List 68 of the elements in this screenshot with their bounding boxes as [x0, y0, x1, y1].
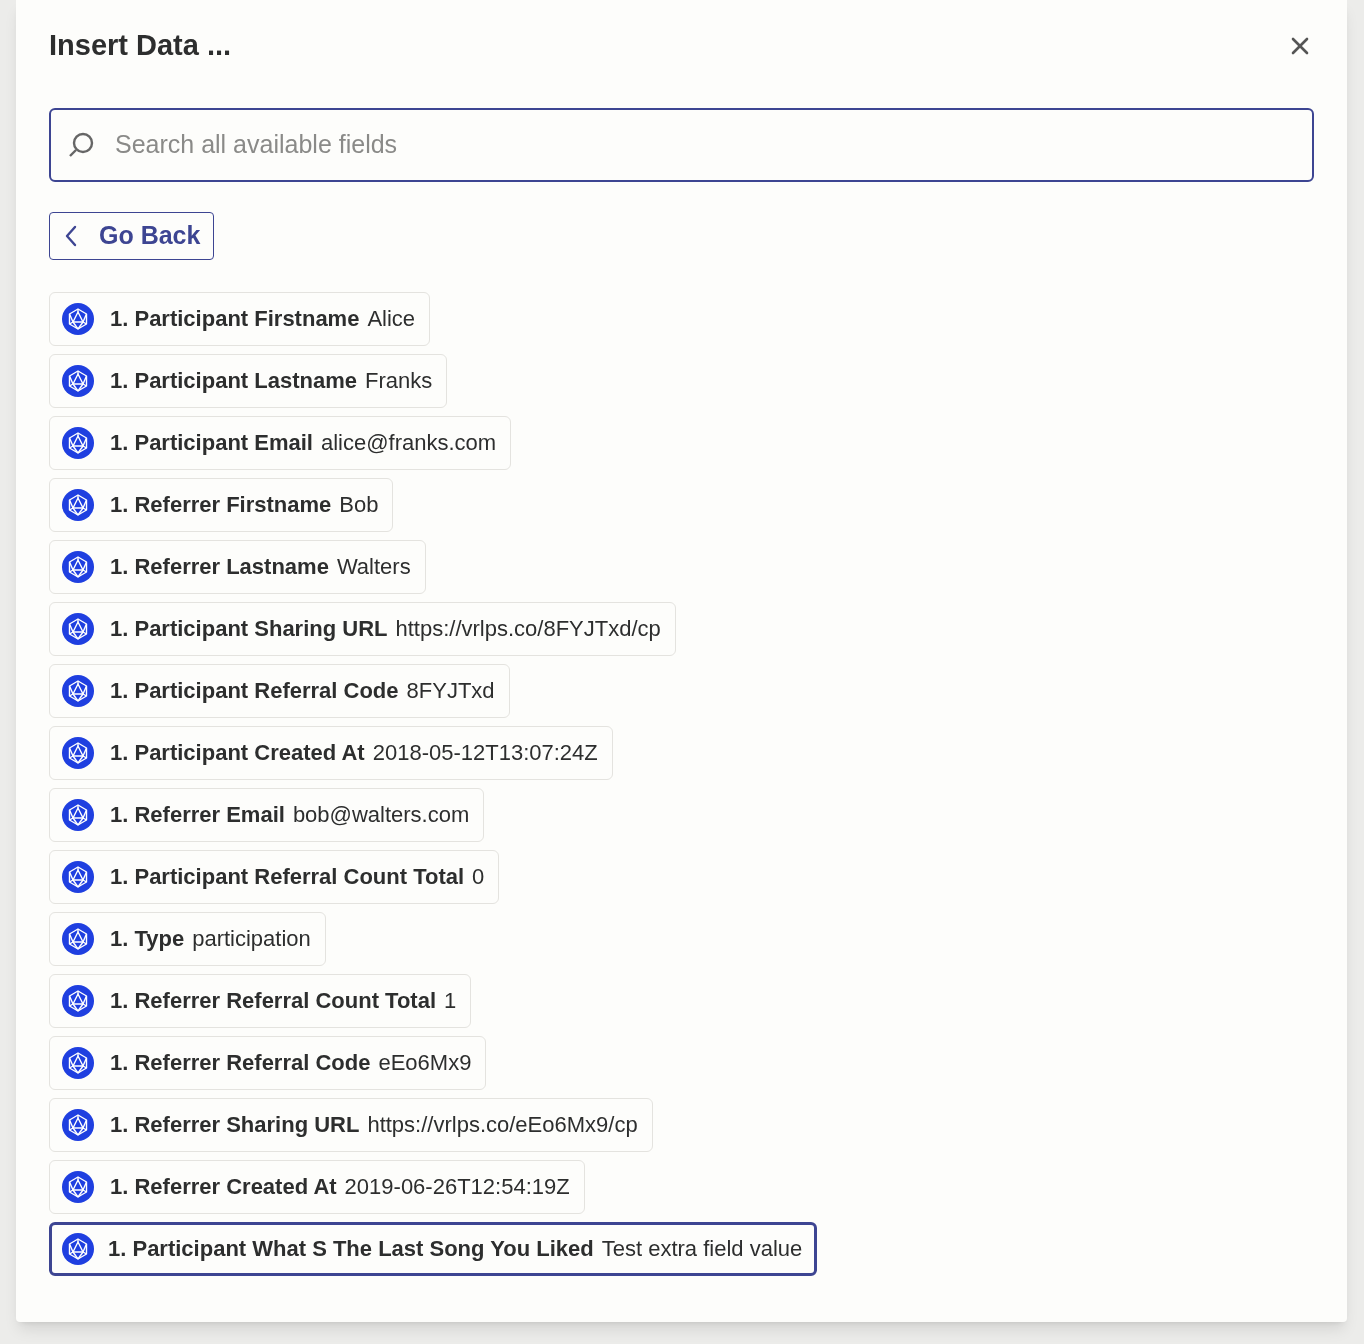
field-value: 1 — [444, 987, 457, 1015]
field-label: 1. Participant Email — [110, 429, 313, 457]
network-app-icon — [62, 302, 94, 335]
field-label: 1. Type — [110, 925, 185, 953]
field-value: alice@franks.com — [320, 429, 497, 457]
field-value: Walters — [336, 553, 411, 581]
field-value: 2018-05-12T13:07:24Z — [372, 739, 598, 767]
field-label: 1. Participant Sharing URL — [110, 615, 388, 643]
search-field[interactable]: Search all available fields — [49, 107, 1314, 182]
network-app-icon — [62, 550, 94, 583]
field-value: Test extra field value — [601, 1235, 803, 1263]
network-app-icon — [62, 798, 94, 831]
field-item[interactable]: 1. Referrer Referral Code eEo6Mx9 — [49, 1035, 487, 1090]
field-label: 1. Participant Referral Count Total — [110, 863, 465, 891]
network-app-icon — [62, 984, 94, 1017]
field-item[interactable]: 1. Participant Created At 2018-05-12T13:07:24Z — [49, 725, 613, 780]
field-item[interactable]: 1. Referrer Email bob@walters.com — [49, 787, 485, 842]
dialog-title: Insert Data ... — [49, 28, 232, 63]
network-app-icon — [62, 612, 94, 645]
field-label: 1. Referrer Referral Count Total — [110, 987, 436, 1015]
field-label: 1. Participant Created At — [110, 739, 365, 767]
network-app-icon — [62, 674, 94, 707]
field-label: 1. Participant Firstname — [110, 305, 360, 333]
field-value: 8FYJTxd — [406, 677, 495, 705]
field-item[interactable]: 1. Participant Referral Code 8FYJTxd — [49, 663, 510, 718]
field-item[interactable]: 1. Participant What S The Last Song You Liked Test extra field value — [49, 1221, 818, 1276]
network-app-icon — [62, 1046, 94, 1079]
field-label: 1. Referrer Created At — [110, 1173, 337, 1201]
network-app-icon — [62, 1108, 94, 1141]
field-item[interactable]: 1. Participant Referral Count Total 0 — [49, 849, 500, 904]
go-back-button[interactable]: Go Back — [49, 211, 215, 260]
field-value: bob@walters.com — [292, 801, 470, 829]
field-label: 1. Referrer Sharing URL — [110, 1111, 360, 1139]
field-item[interactable]: 1. Referrer Referral Count Total 1 — [49, 973, 472, 1028]
network-app-icon — [62, 922, 94, 955]
field-item[interactable]: 1. Participant Email alice@franks.com — [49, 415, 512, 470]
field-label: 1. Referrer Lastname — [110, 553, 329, 581]
field-value: Franks — [365, 367, 433, 395]
field-label: 1. Participant What S The Last Song You Liked — [108, 1235, 594, 1263]
field-value: https://vrlps.co/eEo6Mx9/cp — [367, 1111, 638, 1139]
field-value: Bob — [339, 491, 379, 519]
network-app-icon — [62, 1232, 94, 1265]
field-label: 1. Referrer Email — [110, 801, 285, 829]
field-value: 2019-06-26T12:54:19Z — [344, 1173, 570, 1201]
field-label: 1. Referrer Referral Code — [110, 1049, 371, 1077]
field-item[interactable]: 1. Participant Lastname Franks — [49, 353, 448, 408]
field-label: 1. Participant Referral Code — [110, 677, 399, 705]
field-item[interactable]: 1. Referrer Lastname Walters — [49, 539, 426, 594]
field-value: Alice — [367, 305, 416, 333]
network-app-icon — [62, 736, 94, 769]
field-value: participation — [192, 925, 311, 953]
field-item[interactable]: 1. Participant Sharing URL https://vrlps.co/8FYJTxd/cp — [49, 601, 676, 656]
field-item[interactable]: 1. Referrer Firstname Bob — [49, 477, 394, 532]
chevron-left-icon — [63, 223, 79, 248]
field-item[interactable]: 1. Participant Firstname Alice — [49, 291, 431, 346]
field-item[interactable]: 1. Type participation — [49, 911, 326, 966]
network-app-icon — [62, 364, 94, 397]
field-item[interactable]: 1. Referrer Created At 2019-06-26T12:54:19Z — [49, 1159, 585, 1214]
network-app-icon — [62, 1170, 94, 1203]
field-value: https://vrlps.co/8FYJTxd/cp — [395, 615, 661, 643]
field-label: 1. Referrer Firstname — [110, 491, 332, 519]
field-value: 0 — [472, 863, 485, 891]
field-value: eEo6Mx9 — [378, 1049, 472, 1077]
network-app-icon — [62, 860, 94, 893]
field-label: 1. Participant Lastname — [110, 367, 357, 395]
network-app-icon — [62, 426, 94, 459]
network-app-icon — [62, 488, 94, 521]
field-item[interactable]: 1. Referrer Sharing URL https://vrlps.co/eEo6Mx9/cp — [49, 1097, 653, 1152]
